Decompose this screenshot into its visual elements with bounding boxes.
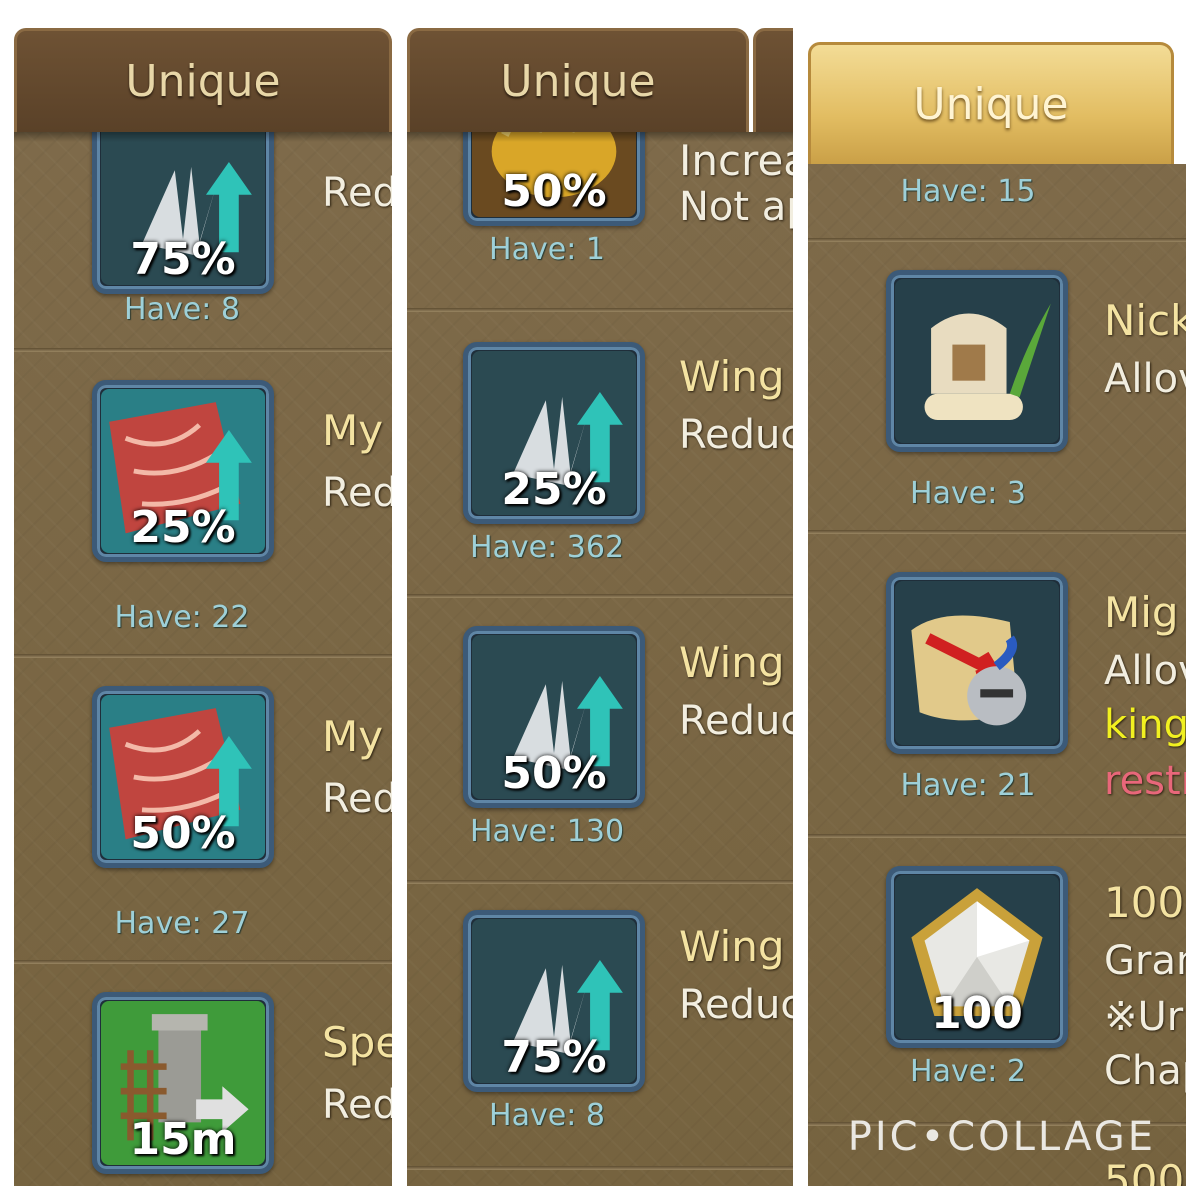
tab-next[interactable] <box>753 28 793 132</box>
list-item[interactable]: 15m Spe Red <box>14 986 392 1186</box>
have-count: Have: 130 <box>469 814 625 849</box>
carpet-speedup-icon[interactable]: 25% <box>92 380 274 562</box>
item-name: 500 <box>1104 1156 1185 1186</box>
item-percent-label: 75% <box>501 1032 607 1083</box>
item-description: Not ap <box>679 184 793 230</box>
carpet-speedup-icon[interactable]: 50% <box>92 686 274 868</box>
item-percent-label: 50% <box>130 808 236 859</box>
row-divider <box>14 960 392 964</box>
item-percent-label: 25% <box>501 464 607 515</box>
tab-bar: Unique <box>407 14 793 132</box>
have-count: Have: 1 <box>489 232 605 267</box>
item-name: Spe <box>322 1018 392 1067</box>
item-name: My <box>322 712 384 761</box>
have-count: Have: 22 <box>114 600 250 635</box>
item-percent-label: 75% <box>130 234 236 285</box>
wing-speedup-icon[interactable]: 75% <box>463 910 645 1092</box>
item-description-warning: restr <box>1104 758 1186 804</box>
list-item[interactable]: 100 Have: 2 100 Gran ※Ur Chap <box>808 860 1186 1130</box>
collage-watermark: PIC•COLLAGE <box>847 1114 1156 1160</box>
list-item[interactable]: 50% Have: 1 Increa Not ap <box>407 44 793 312</box>
row-divider <box>14 654 392 658</box>
tab-unique[interactable]: Unique <box>14 28 392 132</box>
item-description: Red <box>322 170 392 216</box>
item-percent-label: 25% <box>130 502 236 553</box>
row-divider <box>808 530 1186 534</box>
item-time-label: 15m <box>129 1114 237 1165</box>
item-name: Wing <box>679 638 785 687</box>
item-name: My <box>322 406 384 455</box>
tab-unique-label: Unique <box>913 79 1069 130</box>
have-count: Have: 27 <box>114 906 250 941</box>
item-description: Red <box>322 470 392 516</box>
item-description: Allov <box>1104 356 1186 402</box>
row-divider <box>407 880 793 884</box>
have-count: Have: 362 <box>469 530 625 565</box>
item-name: 100 <box>1104 878 1185 927</box>
row-divider <box>14 348 392 352</box>
list-item[interactable]: 75% Have: 8 Wing Reduc <box>407 904 793 1174</box>
wing-speedup-icon[interactable]: 50% <box>463 626 645 808</box>
list-item[interactable]: 75% Have: 8 Red <box>14 112 392 362</box>
tab-unique-label: Unique <box>500 56 656 107</box>
row-divider <box>407 1166 793 1170</box>
list-item[interactable]: 25% Have: 362 Wing Reduc <box>407 332 793 602</box>
item-description: Gran <box>1104 938 1186 984</box>
have-count: Have: 21 <box>900 768 1036 803</box>
list-item[interactable]: 25% Have: 22 My Red <box>14 374 392 664</box>
panel-right: Have: 15 Have: 3 Nick Allov Have: 21 Mig… <box>808 14 1186 1186</box>
gem-star-icon[interactable]: 100 <box>886 866 1068 1048</box>
item-description-highlight: king <box>1104 702 1186 748</box>
have-count: Have: 15 <box>900 174 1036 209</box>
tab-shadow <box>407 132 793 142</box>
construction-speedup-icon[interactable]: 15m <box>92 992 274 1174</box>
list-item[interactable]: Have: 21 Mig Allov king restr <box>808 554 1186 844</box>
item-description-note: ※Ur <box>1104 994 1184 1040</box>
item-name: Mig <box>1104 588 1179 637</box>
panel-left: 75% Have: 8 Red 25% Have: 22 My Red 50% … <box>14 14 392 1186</box>
scroll-knight-icon[interactable] <box>886 572 1068 754</box>
item-description: Red <box>322 1082 392 1128</box>
item-name: Wing <box>679 352 785 401</box>
row-divider <box>407 594 793 598</box>
item-description: Reduc <box>679 412 793 458</box>
have-count: Have: 3 <box>910 476 1026 511</box>
list-item[interactable]: 50% Have: 27 My Red <box>14 680 392 970</box>
item-amount-label: 100 <box>931 988 1023 1039</box>
tab-bar: Unique <box>14 14 392 132</box>
item-percent-label: 50% <box>501 166 607 217</box>
list-item[interactable]: Have: 3 Nick Allov <box>808 264 1186 534</box>
tab-unique-label: Unique <box>125 56 281 107</box>
item-percent-label: 50% <box>501 748 607 799</box>
item-name: Nick <box>1104 296 1186 345</box>
item-name: Wing <box>679 922 785 971</box>
panel-middle: 50% Have: 1 Increa Not ap 25% Have: 362 … <box>407 14 793 1186</box>
tab-unique[interactable]: Unique <box>407 28 749 132</box>
row-divider <box>808 238 1186 242</box>
tab-bar: Unique <box>808 14 1186 164</box>
item-name: Increa <box>679 136 793 185</box>
tab-unique-active[interactable]: Unique <box>808 42 1174 164</box>
wing-speedup-icon[interactable]: 25% <box>463 342 645 524</box>
item-description: Red <box>322 776 392 822</box>
item-description: Reduc <box>679 698 793 744</box>
have-count: Have: 8 <box>124 292 240 327</box>
row-divider <box>407 308 793 312</box>
row-divider <box>808 834 1186 838</box>
have-count: Have: 8 <box>489 1098 605 1133</box>
list-item[interactable]: 50% Have: 130 Wing Reduc <box>407 618 793 888</box>
tab-shadow <box>14 132 392 142</box>
item-description: Reduc <box>679 982 793 1028</box>
item-description-line: Chap <box>1104 1048 1186 1094</box>
item-description: Allov <box>1104 648 1186 694</box>
have-count: Have: 2 <box>910 1054 1026 1089</box>
helmet-quill-icon[interactable] <box>886 270 1068 452</box>
